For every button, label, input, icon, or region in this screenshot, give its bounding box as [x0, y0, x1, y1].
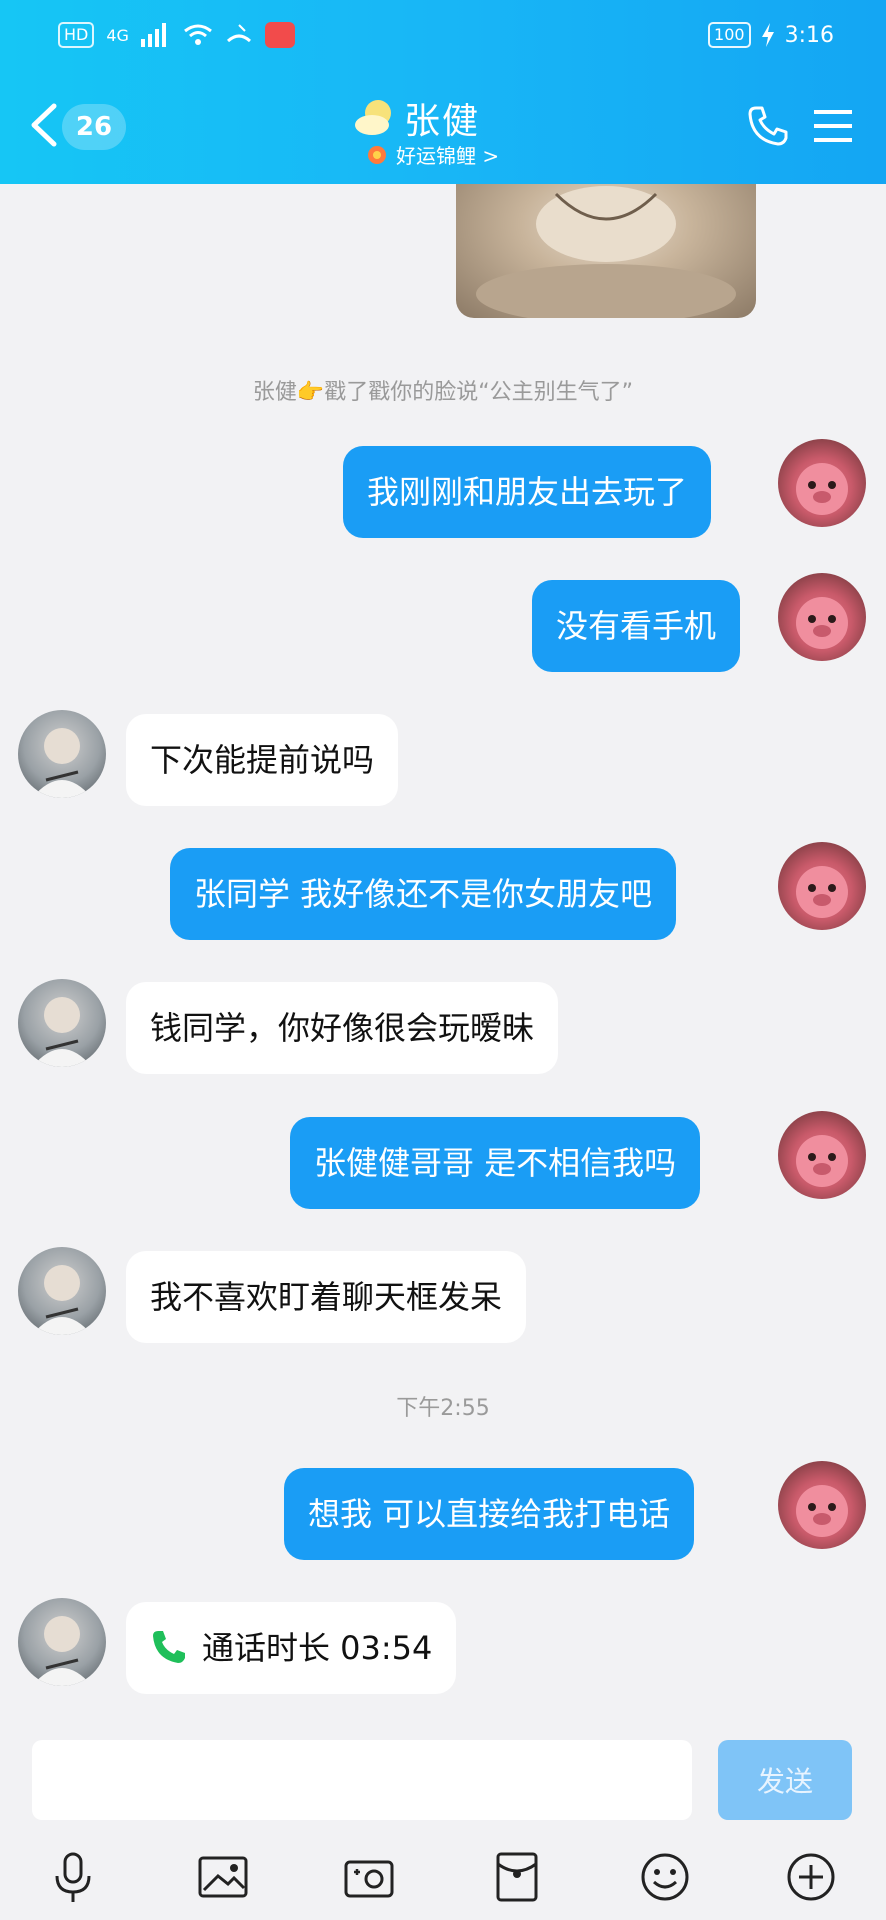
contact-name: 张健	[404, 101, 481, 142]
contact-subtitle[interactable]: 好运锦鲤 >	[366, 140, 499, 169]
contact-avatar[interactable]	[18, 1598, 106, 1686]
battery-indicator: 100	[708, 22, 751, 48]
message-input[interactable]	[32, 1740, 692, 1820]
missed-call-icon	[226, 24, 251, 43]
plus-icon[interactable]	[784, 1850, 838, 1904]
status-left: HD 4G	[58, 22, 295, 48]
time-divider: 下午2:55	[396, 1396, 490, 1421]
microphone-icon[interactable]	[46, 1850, 100, 1904]
koi-icon	[368, 145, 386, 164]
image-icon[interactable]	[196, 1850, 250, 1904]
green-phone-icon	[153, 1631, 185, 1663]
status-bar: HD 4G 100 3:16	[0, 18, 886, 58]
contact-avatar[interactable]	[18, 710, 106, 798]
message-bubble-incoming[interactable]: 钱同学，你好像很会玩暧昧	[126, 982, 559, 1074]
call-duration-text: 通话时长 03:54	[202, 1629, 433, 1667]
contact-avatar[interactable]	[18, 979, 106, 1067]
clock: 3:16	[784, 22, 834, 48]
my-avatar[interactable]	[778, 573, 866, 661]
input-bar: 发送	[0, 1726, 886, 1820]
app-notification-icon	[264, 22, 295, 48]
message-bubble-incoming[interactable]: 下次能提前说吗	[126, 714, 399, 806]
camera-icon[interactable]	[342, 1850, 396, 1904]
red-packet-icon[interactable]	[490, 1850, 544, 1904]
call-record-bubble[interactable]: 通话时长 03:54	[126, 1602, 457, 1694]
my-avatar[interactable]	[778, 439, 866, 527]
hd-indicator: HD	[58, 22, 95, 48]
contact-title[interactable]: 张健	[352, 92, 480, 144]
signal-indicator: 4G	[106, 25, 129, 45]
poke-system-note: 张健👉戳了戳你的脸说“公主别生气了”	[252, 380, 634, 405]
contact-status: 好运锦鲤 >	[396, 144, 500, 168]
chat-header: HD 4G 100 3:16 26 张健 好运锦鲤 >	[0, 0, 886, 184]
back-arrow-icon[interactable]	[24, 100, 64, 150]
emoji-icon[interactable]	[638, 1850, 692, 1904]
chat-area[interactable]: 张健👉戳了戳你的脸说“公主别生气了” 我刚刚和朋友出去玩了 没有看手机 下次能提…	[0, 184, 886, 1726]
message-bubble-outgoing[interactable]: 我刚刚和朋友出去玩了	[343, 446, 712, 538]
message-bubble-outgoing[interactable]: 张同学 我好像还不是你女朋友吧	[170, 848, 677, 940]
message-bubble-outgoing[interactable]: 没有看手机	[532, 580, 741, 672]
cloud-sun-icon	[355, 100, 391, 135]
my-avatar[interactable]	[778, 1111, 866, 1199]
unread-count-badge[interactable]: 26	[62, 104, 126, 150]
bottom-toolbar	[0, 1828, 886, 1920]
message-bubble-incoming[interactable]: 我不喜欢盯着聊天框发呆	[126, 1251, 527, 1343]
status-right: 100 3:16	[708, 22, 834, 48]
shared-photo[interactable]	[456, 184, 756, 318]
my-avatar[interactable]	[778, 842, 866, 930]
charging-icon	[761, 23, 774, 47]
phone-icon[interactable]	[746, 104, 790, 148]
my-avatar[interactable]	[778, 1461, 866, 1549]
message-bubble-outgoing[interactable]: 张健健哥哥 是不相信我吗	[290, 1117, 701, 1209]
message-bubble-outgoing[interactable]: 想我 可以直接给我打电话	[284, 1468, 695, 1560]
cat-photo-graphic	[476, 186, 736, 318]
send-button[interactable]: 发送	[718, 1740, 852, 1820]
menu-icon[interactable]	[814, 108, 852, 144]
signal-bars-icon	[140, 23, 166, 47]
wifi-icon	[184, 24, 212, 45]
contact-avatar[interactable]	[18, 1247, 106, 1335]
